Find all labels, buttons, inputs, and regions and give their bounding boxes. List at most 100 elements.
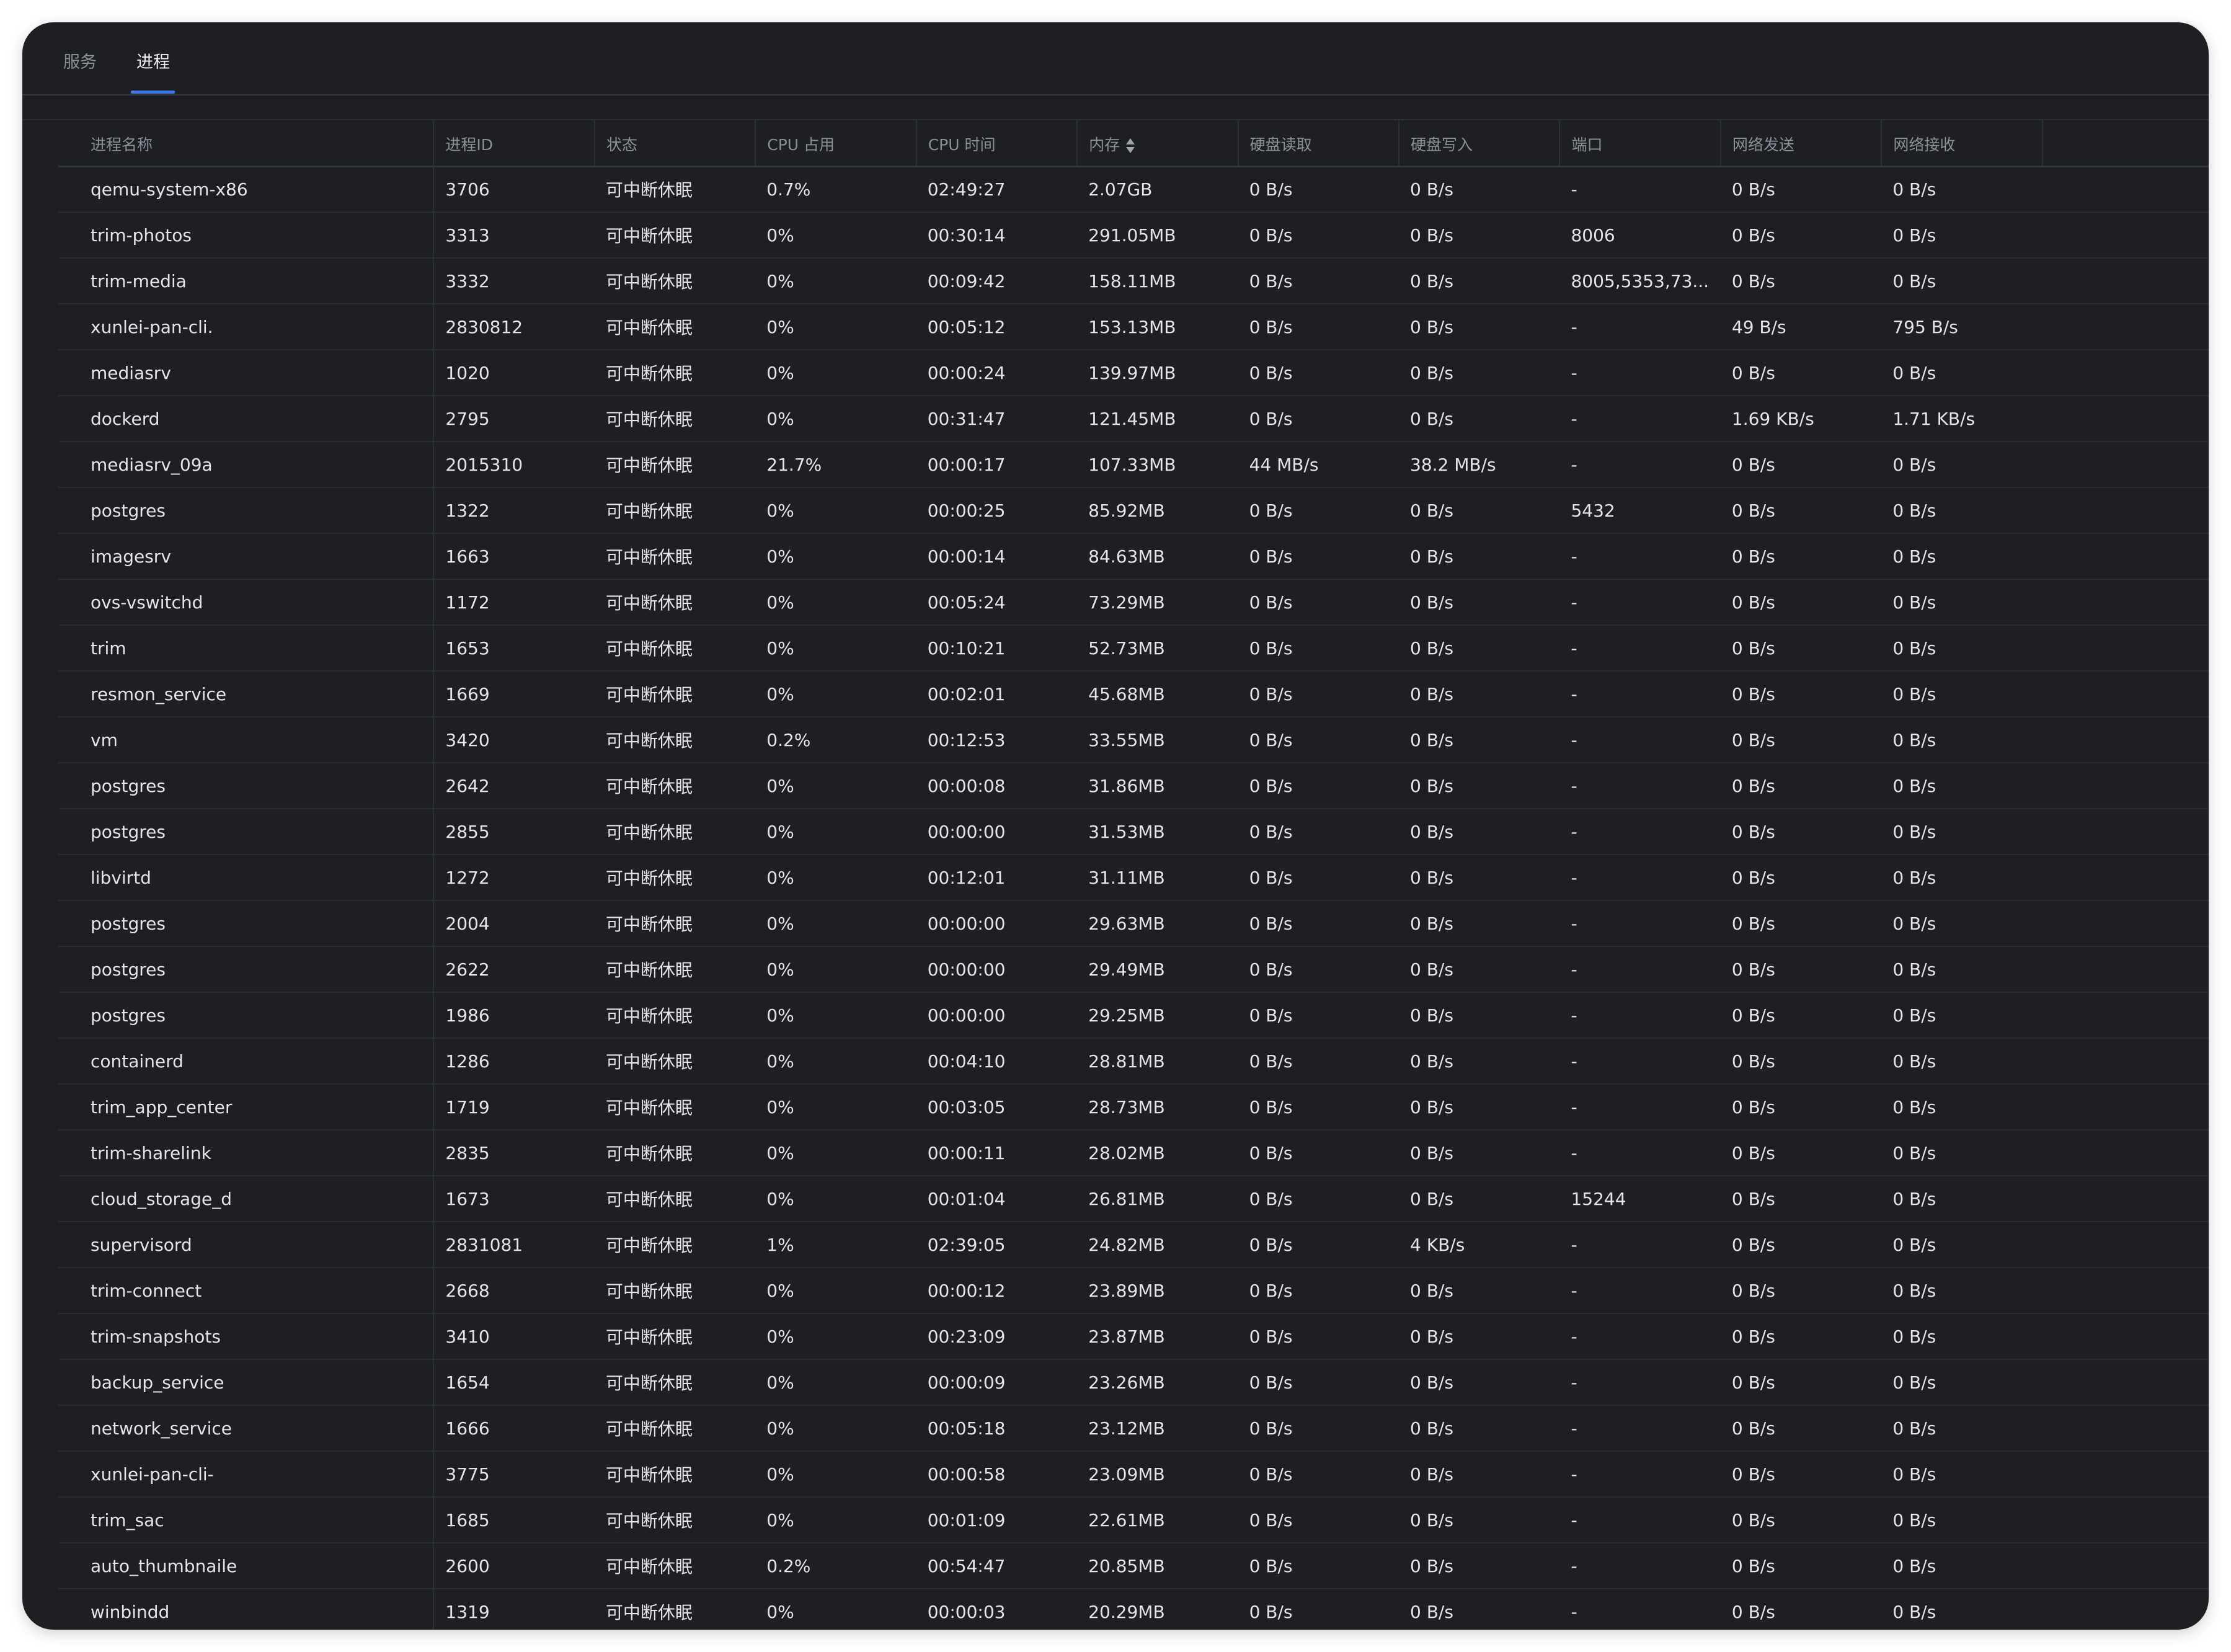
column-header-pid[interactable]: 进程ID: [433, 120, 595, 167]
row-spacer: [2042, 304, 2209, 350]
cell-net-send: 0 B/s: [1720, 166, 1882, 213]
cell-pid: 1653: [433, 625, 595, 672]
cell-net-recv: 0 B/s: [1881, 166, 2042, 213]
column-header-net-recv[interactable]: 网络接收: [1881, 120, 2042, 167]
cell-port: -: [1559, 1405, 1721, 1452]
cell-port: -: [1559, 717, 1721, 763]
table-row[interactable]: postgres 2642 可中断休眠 0% 00:00:08 31.86MB 0 B/s 0…: [58, 763, 2209, 809]
row-spacer: [2042, 1313, 2209, 1360]
cell-cpu-usage: 0%: [755, 533, 916, 580]
table-row[interactable]: trim_sac 1685 可中断休眠 0% 00:01:09 22.61MB 0 B/s 0…: [58, 1497, 2209, 1543]
table-row[interactable]: trim-media 3332 可中断休眠 0% 00:09:42 158.11MB 0 B…: [58, 258, 2209, 304]
table-row[interactable]: postgres 1322 可中断休眠 0% 00:00:25 85.92MB 0 B/s 0…: [58, 487, 2209, 534]
row-spacer: [2042, 809, 2209, 855]
cell-disk-read: 0 B/s: [1238, 717, 1399, 763]
cell-net-send: 0 B/s: [1720, 212, 1882, 259]
table-row[interactable]: imagesrv 1663 可中断休眠 0% 00:00:14 84.63MB 0 B/s 0…: [58, 533, 2209, 580]
cell-net-recv: 0 B/s: [1881, 809, 2042, 855]
cell-net-send: 0 B/s: [1720, 579, 1882, 626]
cell-cpu-time: 00:01:09: [916, 1497, 1078, 1543]
table-row[interactable]: trim_app_center 1719 可中断休眠 0% 00:03:05 28.73M…: [58, 1084, 2209, 1130]
table-row[interactable]: libvirtd 1272 可中断休眠 0% 00:12:01 31.11MB 0 B/s 0…: [58, 855, 2209, 901]
column-header-disk-write[interactable]: 硬盘写入: [1398, 120, 1560, 167]
table-row[interactable]: xunlei-pan-cli. 2830812 可中断休眠 0% 00:05:12 153…: [58, 304, 2209, 350]
column-header-cpu-time[interactable]: CPU 时间: [915, 120, 1078, 167]
cell-cpu-usage: 0%: [755, 1451, 916, 1498]
cell-memory: 29.25MB: [1077, 992, 1238, 1039]
cell-net-send: 0 B/s: [1720, 1543, 1882, 1589]
cell-disk-write: 0 B/s: [1399, 304, 1560, 350]
tab-process[interactable]: 进程: [136, 48, 170, 94]
tab-services[interactable]: 服务: [63, 48, 97, 94]
table-row[interactable]: backup_service 1654 可中断休眠 0% 00:00:09 23.26MB…: [58, 1359, 2209, 1406]
cell-disk-read: 0 B/s: [1238, 671, 1399, 717]
cell-memory: 2.07GB: [1077, 166, 1238, 213]
table-row[interactable]: dockerd 2795 可中断休眠 0% 00:31:47 121.45MB 0 B/s 0…: [58, 396, 2209, 442]
cell-status: 可中断休眠: [594, 1222, 756, 1268]
cell-status: 可中断休眠: [594, 1543, 756, 1589]
cell-memory: 29.63MB: [1077, 900, 1238, 947]
column-header-cpu-usage[interactable]: CPU 占用: [755, 120, 916, 167]
cell-disk-write: 0 B/s: [1399, 1543, 1560, 1589]
column-header-status[interactable]: 状态: [593, 120, 756, 167]
table-row[interactable]: qemu-system-x86 3706 可中断休眠 0.7% 02:49:27 2.07…: [58, 166, 2209, 213]
table-row[interactable]: containerd 1286 可中断休眠 0% 00:04:10 28.81MB 0 B/…: [58, 1038, 2209, 1085]
cell-net-recv: 0 B/s: [1881, 763, 2042, 809]
column-header-memory[interactable]: 内存: [1076, 120, 1238, 167]
table-row[interactable]: trim-photos 3313 可中断休眠 0% 00:30:14 291.05MB 0 …: [58, 212, 2209, 259]
cell-memory: 31.11MB: [1077, 855, 1238, 901]
table-row[interactable]: network_service 1666 可中断休眠 0% 00:05:18 23.12M…: [58, 1405, 2209, 1452]
column-header-disk-read[interactable]: 硬盘读取: [1237, 120, 1399, 167]
table-row[interactable]: postgres 2004 可中断休眠 0% 00:00:00 29.63MB 0 B/s 0…: [58, 900, 2209, 947]
cell-disk-read: 0 B/s: [1238, 533, 1399, 580]
table-row[interactable]: postgres 2855 可中断休眠 0% 00:00:00 31.53MB 0 B/s 0…: [58, 809, 2209, 855]
table-row[interactable]: ovs-vswitchd 1172 可中断休眠 0% 00:05:24 73.29MB 0 …: [58, 579, 2209, 626]
cell-cpu-usage: 0%: [755, 1313, 916, 1360]
sort-icon[interactable]: [1126, 138, 1135, 154]
cell-net-recv: 0 B/s: [1881, 717, 2042, 763]
cell-net-send: 0 B/s: [1720, 1176, 1882, 1222]
cell-status: 可中断休眠: [594, 946, 756, 993]
cell-net-send: 0 B/s: [1720, 900, 1882, 947]
table-row[interactable]: winbindd 1319 可中断休眠 0% 00:00:03 20.29MB 0 B/s 0…: [58, 1589, 2209, 1630]
cell-memory: 158.11MB: [1077, 258, 1238, 304]
table-row[interactable]: trim-connect 2668 可中断休眠 0% 00:00:12 23.89MB 0 …: [58, 1268, 2209, 1314]
cell-status: 可中断休眠: [594, 671, 756, 717]
cell-net-send: 1.69 KB/s: [1720, 396, 1882, 442]
table-row[interactable]: supervisord 2831081 可中断休眠 1% 02:39:05 24.82MB…: [58, 1222, 2209, 1268]
cell-pid: 1666: [433, 1405, 595, 1452]
table-row[interactable]: xunlei-pan-cli- 3775 可中断休眠 0% 00:00:58 23.09M…: [58, 1451, 2209, 1498]
cell-cpu-time: 00:00:58: [916, 1451, 1078, 1498]
column-header-name[interactable]: 进程名称: [58, 120, 434, 167]
table-row[interactable]: vm 3420 可中断休眠 0.2% 00:12:53 33.55MB 0 B/s 0 B/s…: [58, 717, 2209, 763]
cell-name: postgres: [58, 487, 435, 534]
cell-port: -: [1559, 946, 1721, 993]
table-row[interactable]: resmon_service 1669 可中断休眠 0% 00:02:01 45.68MB…: [58, 671, 2209, 717]
cell-port: -: [1559, 855, 1721, 901]
table-row[interactable]: cloud_storage_d 1673 可中断休眠 0% 00:01:04 26.81M…: [58, 1176, 2209, 1222]
cell-cpu-usage: 0%: [755, 763, 916, 809]
cell-name: winbindd: [58, 1589, 435, 1630]
table-row[interactable]: auto_thumbnaile 2600 可中断休眠 0.2% 00:54:47 20.8…: [58, 1543, 2209, 1589]
cell-cpu-usage: 0%: [755, 625, 916, 672]
cell-cpu-time: 00:02:01: [916, 671, 1078, 717]
table-row[interactable]: trim-snapshots 3410 可中断休眠 0% 00:23:09 23.87MB…: [58, 1313, 2209, 1360]
cell-disk-read: 0 B/s: [1238, 855, 1399, 901]
table-body: qemu-system-x86 3706 可中断休眠 0.7% 02:49:27 2.07…: [58, 166, 2209, 1630]
table-row[interactable]: postgres 1986 可中断休眠 0% 00:00:00 29.25MB 0 B/s 0…: [58, 992, 2209, 1039]
table-row[interactable]: trim 1653 可中断休眠 0% 00:10:21 52.73MB 0 B/s 0 B/s…: [58, 625, 2209, 672]
cell-name: backup_service: [58, 1359, 435, 1406]
cell-port: 15244: [1559, 1176, 1721, 1222]
table-row[interactable]: mediasrv 1020 可中断休眠 0% 00:00:24 139.97MB 0 B/s…: [58, 350, 2209, 396]
row-spacer: [2042, 717, 2209, 763]
table-row[interactable]: mediasrv_09a 2015310 可中断休眠 21.7% 00:00:17 107…: [58, 442, 2209, 488]
column-header-net-send[interactable]: 网络发送: [1719, 120, 1882, 167]
table-row[interactable]: trim-sharelink 2835 可中断休眠 0% 00:00:11 28.02MB…: [58, 1130, 2209, 1176]
table-row[interactable]: postgres 2622 可中断休眠 0% 00:00:00 29.49MB 0 B/s 0…: [58, 946, 2209, 993]
cell-status: 可中断休眠: [594, 166, 756, 213]
cell-name: trim-connect: [58, 1268, 435, 1314]
cell-port: -: [1559, 1543, 1721, 1589]
cell-name: postgres: [58, 809, 435, 855]
column-header-port[interactable]: 端口: [1559, 120, 1721, 167]
cell-disk-write: 0 B/s: [1399, 258, 1560, 304]
